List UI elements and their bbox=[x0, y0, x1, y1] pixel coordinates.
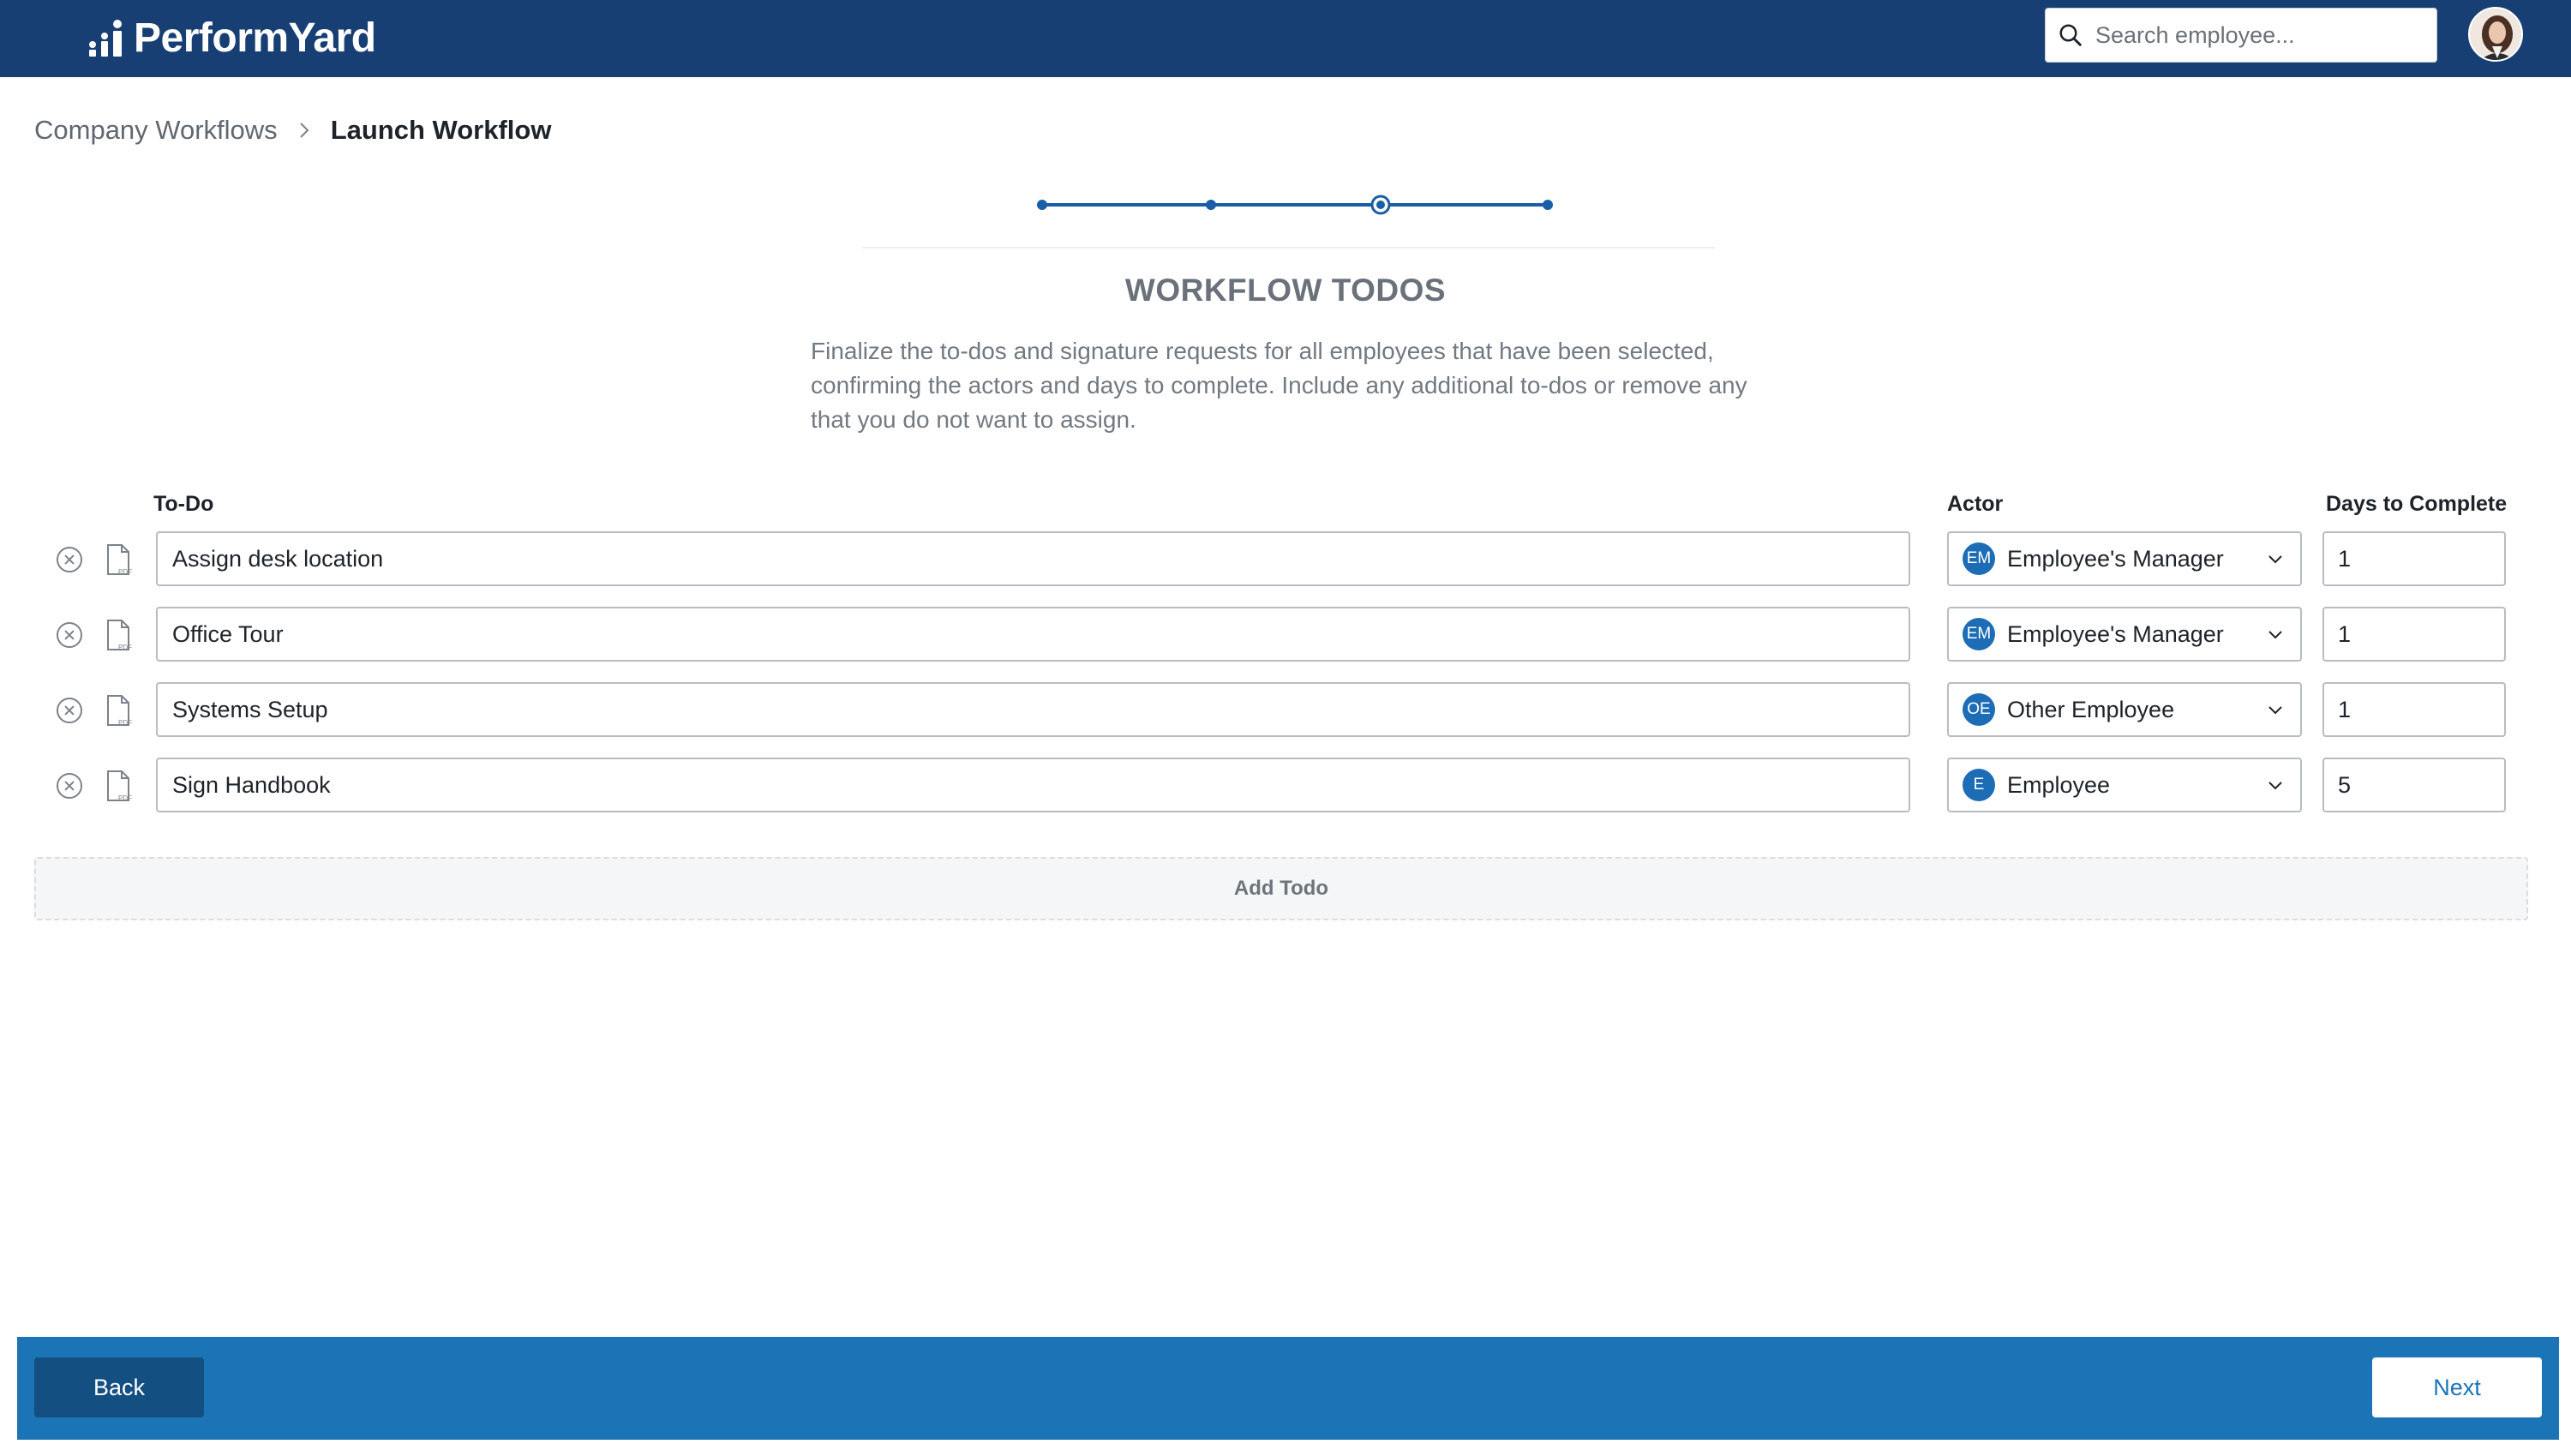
breadcrumb-launch-workflow: Launch Workflow bbox=[330, 115, 552, 145]
next-button[interactable]: Next bbox=[2372, 1357, 2542, 1417]
logo-text: PerformYard bbox=[134, 15, 376, 61]
back-button[interactable]: Back bbox=[34, 1357, 204, 1417]
employee-search[interactable] bbox=[2045, 8, 2437, 63]
actor-select[interactable]: E Employee bbox=[1947, 758, 2302, 812]
actor-label: Employee's Manager bbox=[2007, 545, 2224, 572]
search-icon bbox=[2059, 24, 2082, 46]
actor-label: Employee bbox=[2007, 771, 2111, 798]
days-input[interactable] bbox=[2322, 758, 2506, 812]
todo-row: PDF EM Employee's Manager bbox=[0, 607, 2571, 662]
top-bar: PerformYard bbox=[0, 0, 2571, 77]
todo-row: PDF EM Employee's Manager bbox=[0, 531, 2571, 586]
logo-icon bbox=[89, 20, 122, 57]
svg-text:PDF: PDF bbox=[118, 644, 132, 651]
step-4 bbox=[1543, 200, 1553, 210]
todo-row: PDF OE Other Employee bbox=[0, 682, 2571, 737]
step-2 bbox=[1206, 200, 1216, 210]
breadcrumb: Company Workflows Launch Workflow bbox=[34, 115, 551, 146]
actor-select[interactable]: OE Other Employee bbox=[1947, 682, 2302, 737]
avatar-image bbox=[2470, 9, 2521, 60]
days-column-header: Days to Complete bbox=[2326, 492, 2508, 516]
actor-label: Employee's Manager bbox=[2007, 620, 2224, 647]
todo-name-input[interactable] bbox=[156, 607, 1910, 662]
pdf-icon[interactable]: PDF bbox=[105, 694, 134, 727]
add-todo-button[interactable]: Add Todo bbox=[34, 857, 2528, 920]
chevron-down-icon bbox=[2268, 706, 2282, 715]
footer-bar: Back Next bbox=[17, 1337, 2559, 1440]
todo-name-input[interactable] bbox=[156, 758, 1910, 812]
actor-badge: EM bbox=[1963, 542, 1995, 575]
performyard-logo[interactable]: PerformYard bbox=[86, 12, 376, 63]
todo-row: PDF E Employee bbox=[0, 758, 2571, 812]
step-1 bbox=[1037, 200, 1047, 210]
page-title: WORKFLOW TODOS bbox=[1124, 273, 1447, 308]
pdf-icon[interactable]: PDF bbox=[105, 543, 134, 576]
actor-badge: OE bbox=[1963, 693, 1995, 726]
remove-icon[interactable] bbox=[57, 698, 82, 723]
svg-text:PDF: PDF bbox=[118, 568, 132, 576]
chevron-down-icon bbox=[2268, 631, 2282, 639]
section-divider bbox=[862, 247, 1715, 249]
search-input[interactable] bbox=[2095, 21, 2421, 49]
days-input[interactable] bbox=[2322, 682, 2506, 737]
user-avatar[interactable] bbox=[2468, 7, 2523, 62]
days-input[interactable] bbox=[2322, 531, 2506, 586]
page-description: Finalize the to-dos and signature reques… bbox=[811, 338, 1747, 433]
pdf-icon[interactable]: PDF bbox=[105, 770, 134, 802]
chevron-down-icon bbox=[2268, 555, 2282, 564]
chevron-down-icon bbox=[2268, 782, 2282, 790]
pdf-icon[interactable]: PDF bbox=[105, 619, 134, 651]
days-input[interactable] bbox=[2322, 607, 2506, 662]
remove-icon[interactable] bbox=[57, 773, 82, 799]
breadcrumb-company-workflows[interactable]: Company Workflows bbox=[34, 115, 278, 146]
todo-name-input[interactable] bbox=[156, 531, 1910, 586]
progress-stepper bbox=[1037, 195, 1553, 215]
svg-text:PDF: PDF bbox=[118, 719, 132, 727]
svg-text:PDF: PDF bbox=[118, 794, 132, 802]
actor-select[interactable]: EM Employee's Manager bbox=[1947, 531, 2302, 586]
todo-name-input[interactable] bbox=[156, 682, 1910, 737]
actor-column-header: Actor bbox=[1947, 492, 2004, 516]
actor-badge: EM bbox=[1963, 618, 1995, 650]
actor-label: Other Employee bbox=[2007, 696, 2175, 722]
chevron-right-icon bbox=[299, 123, 309, 138]
actor-select[interactable]: EM Employee's Manager bbox=[1947, 607, 2302, 662]
actor-badge: E bbox=[1963, 769, 1995, 801]
remove-icon[interactable] bbox=[57, 622, 82, 648]
remove-icon[interactable] bbox=[57, 547, 82, 572]
todo-column-header: To-Do bbox=[153, 492, 214, 516]
